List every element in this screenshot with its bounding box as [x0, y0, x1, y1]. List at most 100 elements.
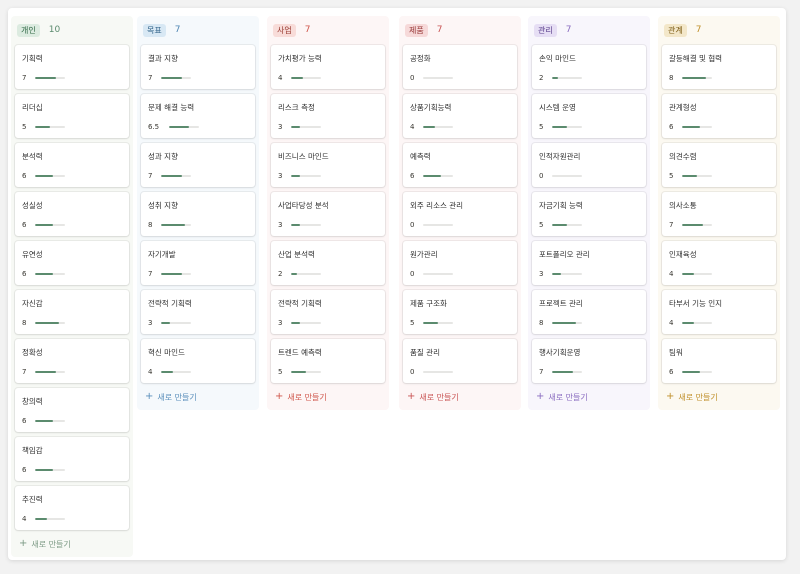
progress-bar-fill	[35, 420, 53, 422]
skill-card[interactable]: 갈등해결 및 협력 8	[662, 45, 776, 89]
progress-bar	[35, 420, 65, 422]
card-title: 품질 관리	[410, 348, 440, 357]
progress-bar	[291, 273, 321, 275]
new-card-button[interactable]: + 새로 만들기	[662, 390, 776, 404]
skill-card[interactable]: 산업 분석력 2	[271, 241, 385, 285]
skill-card[interactable]: 성실성 6	[15, 192, 129, 236]
new-card-button[interactable]: + 새로 만들기	[403, 390, 517, 404]
skill-card[interactable]: 사업타당성 분석 3	[271, 192, 385, 236]
skill-card[interactable]: 팀워 6	[662, 339, 776, 383]
skill-card[interactable]: 타부서 기능 인지 4	[662, 290, 776, 334]
skill-card[interactable]: 전략적 기획력 3	[141, 290, 255, 334]
skill-card[interactable]: 공정화 0	[403, 45, 517, 89]
progress-bar-fill	[682, 175, 697, 177]
column-tag[interactable]: 관계	[664, 23, 687, 37]
column-header[interactable]: 제품 7	[403, 20, 517, 40]
skill-card[interactable]: 리스크 측정 3	[271, 94, 385, 138]
skill-card[interactable]: 손익 마인드 2	[532, 45, 646, 89]
column-tag[interactable]: 사업	[273, 23, 296, 37]
new-card-button[interactable]: + 새로 만들기	[271, 390, 385, 404]
progress-bar-fill	[161, 77, 182, 79]
card-title: 손익 마인드	[539, 54, 576, 63]
skill-card[interactable]: 문제 해결 능력 6.5	[141, 94, 255, 138]
column-header[interactable]: 목표 7	[141, 20, 255, 40]
progress-bar	[291, 175, 321, 177]
board-column: 관계 7 갈등해결 및 협력 8 관계형성 6 의견수렴 5 의사소통 7 인재육성 4 타부서 기능 …	[658, 16, 780, 410]
skill-card[interactable]: 비즈니스 마인드 3	[271, 143, 385, 187]
progress-bar	[35, 175, 65, 177]
skill-card[interactable]: 트렌드 예측력 5	[271, 339, 385, 383]
progress-bar-fill	[35, 322, 59, 324]
new-card-button[interactable]: + 새로 만들기	[532, 390, 646, 404]
skill-card[interactable]: 책임감 6	[15, 437, 129, 481]
card-title: 자기개발	[148, 250, 176, 259]
skill-card[interactable]: 외주 리소스 관리 0	[403, 192, 517, 236]
skill-card[interactable]: 결과 지향 7	[141, 45, 255, 89]
progress-bar-fill	[35, 518, 47, 520]
card-title: 성과 지향	[148, 152, 178, 161]
column-tag[interactable]: 관리	[534, 23, 557, 37]
skill-card[interactable]: 자기개발 7	[141, 241, 255, 285]
new-card-button[interactable]: + 새로 만들기	[15, 537, 129, 551]
skill-card[interactable]: 성과 지향 7	[141, 143, 255, 187]
skill-card[interactable]: 품질 관리 0	[403, 339, 517, 383]
progress-bar	[35, 273, 65, 275]
skill-card[interactable]: 의견수렴 5	[662, 143, 776, 187]
card-score: 5	[410, 319, 415, 327]
skill-card[interactable]: 창의력 6	[15, 388, 129, 432]
skill-card[interactable]: 프로젝트 관리 8	[532, 290, 646, 334]
card-score: 3	[539, 270, 544, 278]
progress-bar-fill	[682, 77, 706, 79]
progress-bar	[161, 371, 191, 373]
skill-card[interactable]: 원가관리 0	[403, 241, 517, 285]
new-card-button[interactable]: + 새로 만들기	[141, 390, 255, 404]
skill-card[interactable]: 추진력 4	[15, 486, 129, 530]
skill-card[interactable]: 혁신 마인드 4	[141, 339, 255, 383]
column-header[interactable]: 개인 10	[15, 20, 129, 40]
progress-bar	[552, 224, 582, 226]
progress-bar-fill	[423, 126, 435, 128]
skill-card[interactable]: 리더십 5	[15, 94, 129, 138]
card-title: 인재육성	[669, 250, 697, 259]
column-tag[interactable]: 개인	[17, 23, 40, 37]
column-tag[interactable]: 제품	[405, 23, 428, 37]
column-header[interactable]: 사업 7	[271, 20, 385, 40]
progress-bar-fill	[423, 175, 441, 177]
column-tag[interactable]: 목표	[143, 23, 166, 37]
skill-card[interactable]: 상품기획능력 4	[403, 94, 517, 138]
card-title: 리더십	[22, 103, 43, 112]
skill-card[interactable]: 유연성 6	[15, 241, 129, 285]
progress-bar	[552, 322, 582, 324]
skill-card[interactable]: 관계형성 6	[662, 94, 776, 138]
progress-bar-fill	[552, 224, 567, 226]
skill-card[interactable]: 분석력 6	[15, 143, 129, 187]
plus-icon: +	[536, 391, 545, 402]
skill-card[interactable]: 포트폴리오 관리 3	[532, 241, 646, 285]
column-header[interactable]: 관계 7	[662, 20, 776, 40]
skill-card[interactable]: 의사소통 7	[662, 192, 776, 236]
skill-card[interactable]: 자신감 8	[15, 290, 129, 334]
skill-card[interactable]: 전략적 기획력 3	[271, 290, 385, 334]
card-score: 3	[278, 123, 283, 131]
skill-card[interactable]: 인재육성 4	[662, 241, 776, 285]
progress-bar-fill	[291, 371, 306, 373]
new-card-label: 새로 만들기	[678, 392, 718, 402]
skill-card[interactable]: 시스템 운영 5	[532, 94, 646, 138]
skill-card[interactable]: 기획력 7	[15, 45, 129, 89]
progress-bar-fill	[552, 273, 561, 275]
skill-card[interactable]: 제품 구조화 5	[403, 290, 517, 334]
skill-card[interactable]: 정확성 7	[15, 339, 129, 383]
card-title: 비즈니스 마인드	[278, 152, 329, 161]
card-score: 7	[148, 270, 153, 278]
skill-card[interactable]: 가치평가 능력 4	[271, 45, 385, 89]
progress-bar	[35, 469, 65, 471]
card-title: 문제 해결 능력	[148, 103, 195, 112]
skill-card[interactable]: 예측력 6	[403, 143, 517, 187]
column-header[interactable]: 관리 7	[532, 20, 646, 40]
skill-card[interactable]: 자금기획 능력 5	[532, 192, 646, 236]
skill-card[interactable]: 행사기획운영 7	[532, 339, 646, 383]
card-score: 6.5	[148, 123, 160, 131]
skill-card[interactable]: 인적자원관리 0	[532, 143, 646, 187]
skill-card[interactable]: 성취 지향 8	[141, 192, 255, 236]
progress-bar-fill	[35, 126, 50, 128]
